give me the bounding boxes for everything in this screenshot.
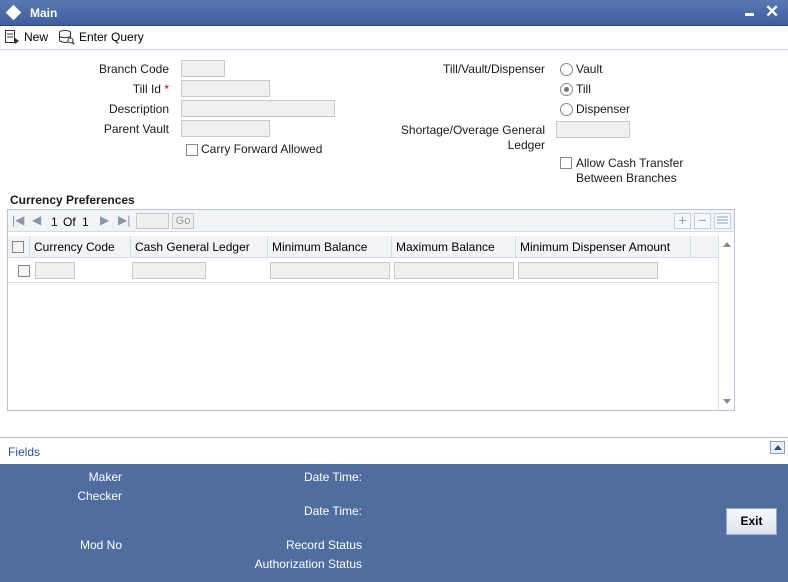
- maker-label: Maker: [88, 470, 122, 484]
- main-form: Branch Code Till Id * Description Parent…: [0, 51, 788, 437]
- maker-date-time-label: Date Time:: [303, 470, 362, 484]
- carry-forward-checkbox[interactable]: [186, 144, 198, 156]
- scroll-up-icon[interactable]: [723, 242, 731, 247]
- prev-page-icon[interactable]: ◀: [32, 213, 41, 227]
- next-page-icon[interactable]: ▶: [100, 213, 109, 227]
- delete-row-icon[interactable]: −: [694, 213, 711, 229]
- first-page-icon[interactable]: |◀: [12, 213, 24, 227]
- current-page: 1: [51, 215, 58, 229]
- parent-vault-field[interactable]: [181, 120, 270, 137]
- branch-code-label: Branch Code: [98, 62, 169, 76]
- currency-preferences-title: Currency Preferences: [10, 193, 135, 207]
- mod-no-label: Mod No: [79, 538, 122, 552]
- authorization-status-label: Authorization Status: [254, 557, 362, 571]
- query-icon: [59, 30, 75, 45]
- page-number-input[interactable]: [136, 213, 169, 229]
- radio-dispenser[interactable]: [560, 103, 573, 116]
- col-maximum-balance[interactable]: Maximum Balance: [392, 236, 516, 258]
- checker-label: Checker: [77, 489, 122, 503]
- grid-header: Currency Code Cash General Ledger Minimu…: [8, 236, 718, 258]
- shortage-overage-label-line2: Ledger: [507, 138, 545, 152]
- window-diamond-icon: [5, 4, 22, 21]
- allow-cash-transfer-label-line2: Between Branches: [576, 171, 677, 185]
- shortage-overage-gl-field[interactable]: [556, 121, 630, 138]
- select-all-cell: [8, 236, 30, 258]
- currency-preferences-grid: |◀ ◀ 1 Of 1 ▶ ▶| Go + − Currency Code Ca…: [7, 209, 735, 411]
- collapse-up-icon[interactable]: [770, 441, 785, 454]
- enter-query-label: Enter Query: [79, 30, 144, 44]
- branch-code-field[interactable]: [181, 60, 225, 77]
- till-vault-dispenser-label: Till/Vault/Dispenser: [442, 62, 545, 76]
- shortage-overage-label-line1: Shortage/Overage General: [400, 123, 545, 137]
- row-select-checkbox[interactable]: [18, 265, 30, 277]
- scroll-down-icon[interactable]: [723, 399, 731, 404]
- close-icon[interactable]: ✕: [765, 2, 779, 22]
- table-row: [8, 259, 718, 283]
- radio-vault[interactable]: [560, 63, 573, 76]
- new-document-icon: [5, 30, 19, 44]
- page-of-label: Of: [63, 215, 76, 229]
- last-page-icon[interactable]: ▶|: [118, 213, 130, 227]
- fields-bar: Fields: [0, 437, 788, 464]
- currency-code-cell[interactable]: [35, 262, 75, 279]
- minimum-dispenser-amount-cell[interactable]: [518, 262, 658, 279]
- maximum-balance-cell[interactable]: [394, 262, 514, 279]
- allow-cash-transfer-label-line1: Allow Cash Transfer: [576, 156, 684, 170]
- single-view-icon[interactable]: [714, 213, 731, 229]
- checker-date-time-label: Date Time:: [303, 504, 362, 518]
- go-button[interactable]: Go: [172, 213, 194, 229]
- grid-pager: |◀ ◀ 1 Of 1 ▶ ▶| Go + −: [8, 210, 734, 232]
- till-id-label-text: Till Id: [132, 82, 161, 96]
- description-field[interactable]: [181, 100, 335, 117]
- list-lines-icon: [717, 216, 728, 224]
- parent-vault-label: Parent Vault: [103, 122, 169, 136]
- col-currency-code[interactable]: Currency Code: [30, 236, 131, 258]
- exit-button[interactable]: Exit: [726, 508, 777, 535]
- add-row-icon[interactable]: +: [674, 213, 691, 229]
- record-status-label: Record Status: [285, 538, 362, 552]
- minimum-balance-cell[interactable]: [270, 262, 390, 279]
- required-marker: *: [164, 82, 169, 96]
- description-label: Description: [108, 102, 169, 116]
- radio-till[interactable]: [560, 83, 573, 96]
- carry-forward-label: Carry Forward Allowed: [201, 142, 323, 156]
- radio-dispenser-label: Dispenser: [576, 102, 631, 116]
- audit-footer: Maker Checker Mod No Date Time: Date Tim…: [0, 464, 788, 582]
- radio-vault-label: Vault: [576, 62, 603, 76]
- grid-vertical-scrollbar[interactable]: [718, 236, 734, 410]
- window-titlebar: Main ✕: [0, 0, 788, 26]
- col-minimum-balance[interactable]: Minimum Balance: [268, 236, 392, 258]
- fields-link[interactable]: Fields: [8, 445, 40, 459]
- col-cash-general-ledger[interactable]: Cash General Ledger: [131, 236, 268, 258]
- window-title: Main: [30, 6, 58, 20]
- till-id-label: Till Id *: [60, 82, 169, 96]
- allow-cash-transfer-checkbox[interactable]: [560, 157, 572, 169]
- till-id-field[interactable]: [181, 80, 270, 97]
- select-all-checkbox[interactable]: [12, 241, 24, 253]
- new-button[interactable]: New: [4, 28, 48, 46]
- enter-query-button[interactable]: Enter Query: [58, 28, 144, 46]
- cash-general-ledger-cell[interactable]: [132, 262, 206, 279]
- minimize-icon[interactable]: [745, 13, 754, 16]
- total-pages: 1: [82, 215, 89, 229]
- toolbar: New Enter Query: [0, 26, 788, 50]
- radio-till-label: Till: [576, 82, 591, 96]
- col-minimum-dispenser-amount[interactable]: Minimum Dispenser Amount: [516, 236, 691, 258]
- new-label: New: [24, 30, 49, 44]
